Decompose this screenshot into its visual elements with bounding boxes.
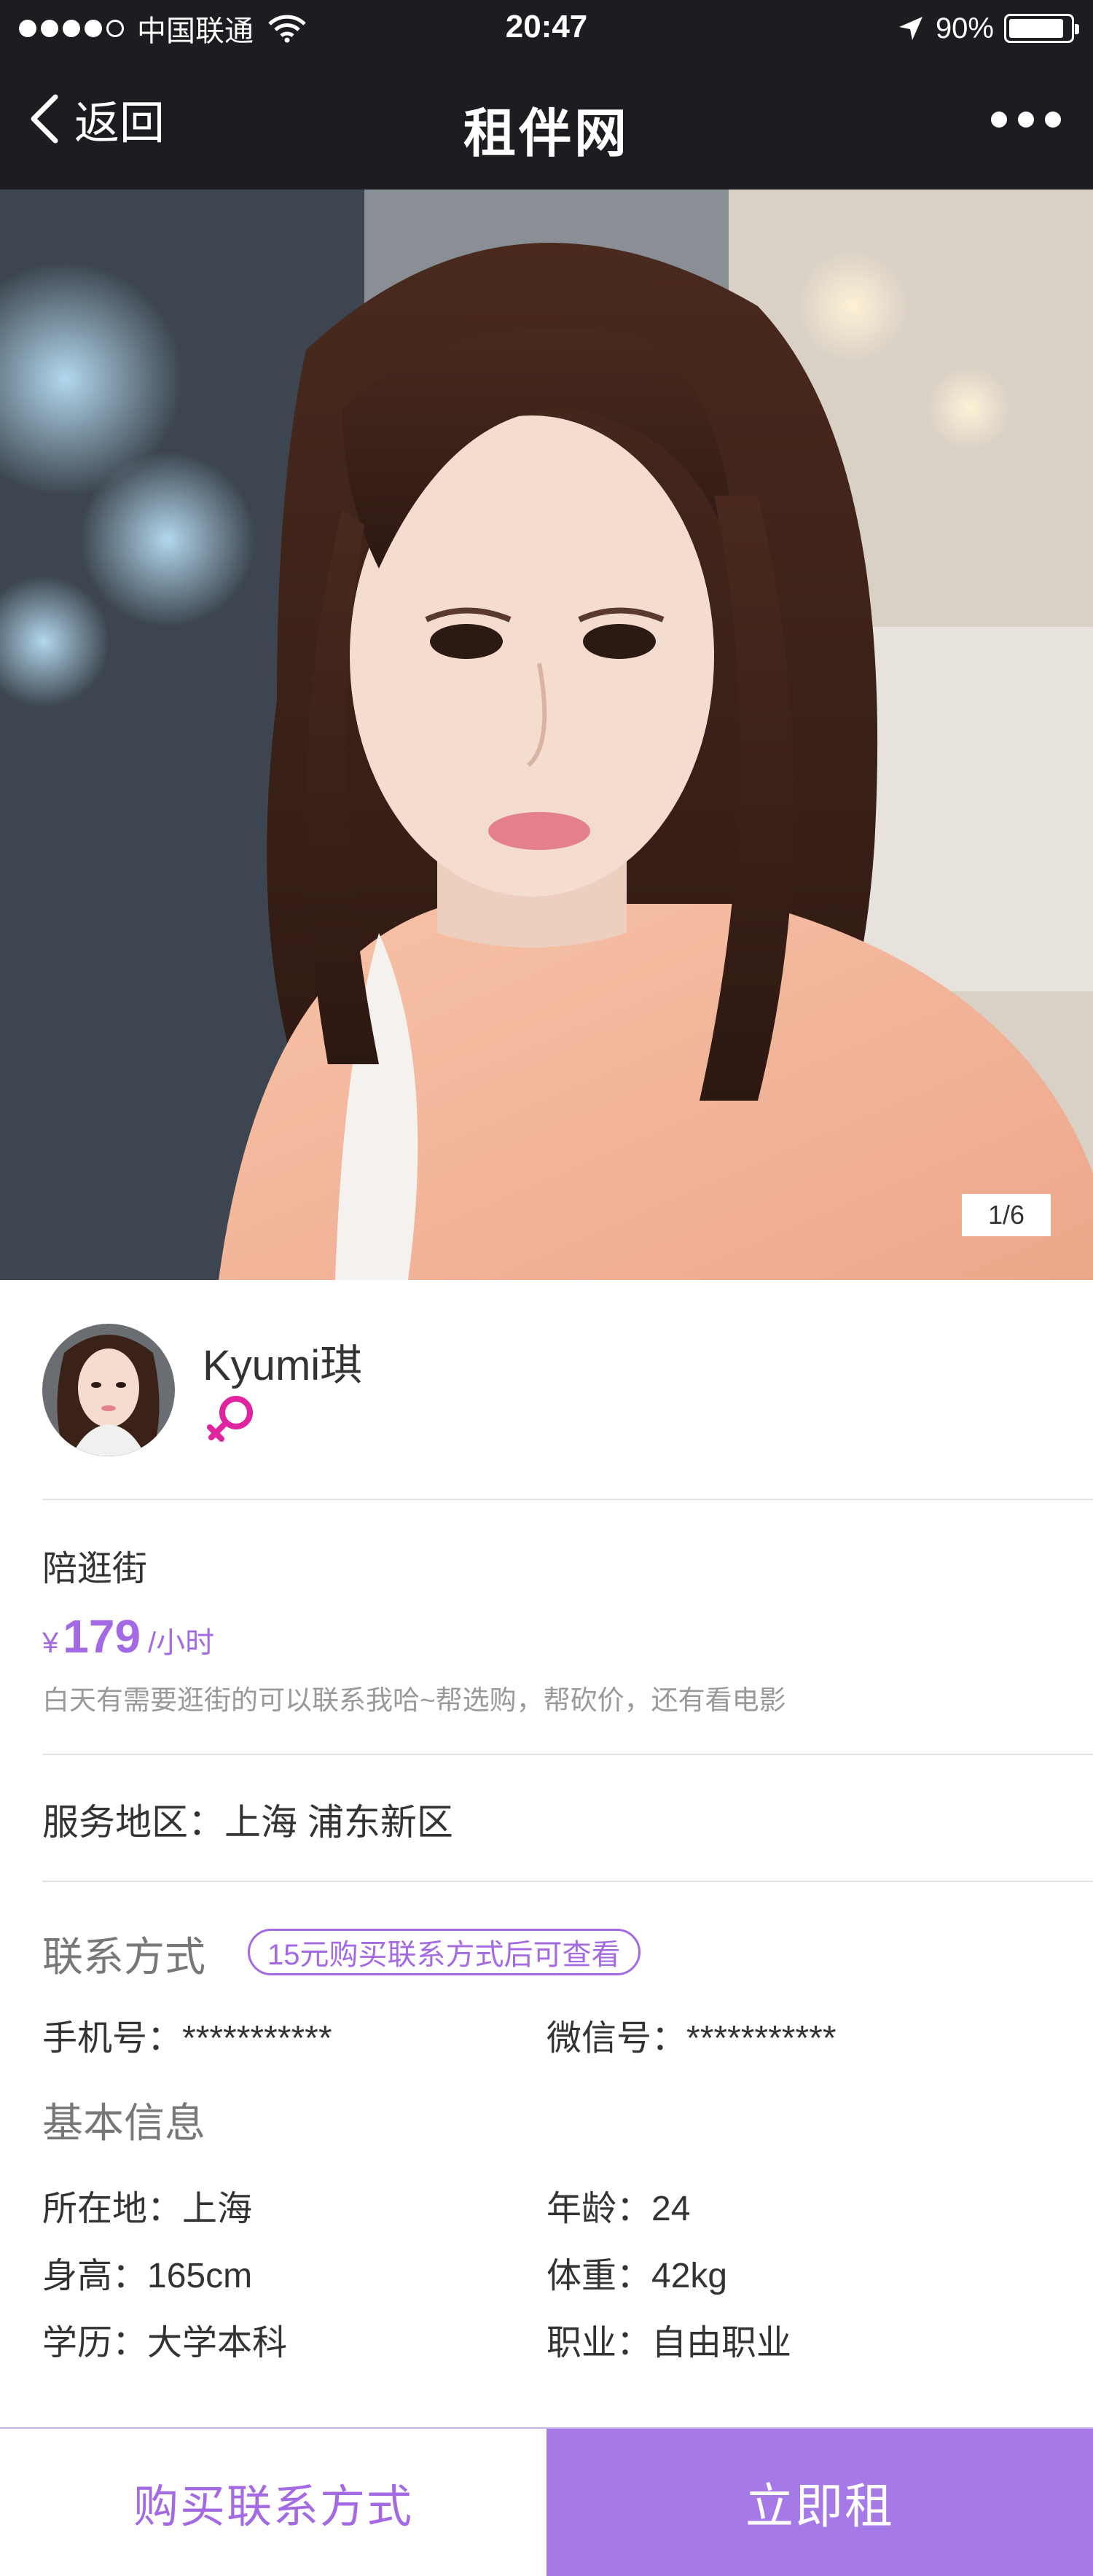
education-value: 大学本科 <box>147 2324 288 2362</box>
username: Kyumi琪 <box>203 1342 363 1389</box>
battery-percent: 90% <box>935 12 994 44</box>
back-label: 返回 <box>74 98 165 149</box>
location-label: 所在地： <box>42 2190 183 2228</box>
service-description: 白天有需要逛街的可以联系我哈~帮选购，帮砍价，还有看电影 <box>42 1685 786 1715</box>
divider <box>42 1881 1093 1882</box>
wechat-id: 微信号：*********** <box>546 2009 837 2060</box>
age-label: 年龄： <box>546 2190 652 2228</box>
height-row: 身高：165cm <box>42 2247 252 2298</box>
service-area: 服务地区：上海 浦东新区 <box>42 1793 453 1846</box>
status-bar: 中国联通 20:47 90% <box>0 0 1093 57</box>
status-right: 90% <box>896 10 1079 47</box>
profile-photo-carousel[interactable]: 1/6 <box>0 190 1093 1280</box>
buy-contact-button[interactable]: 购买联系方式 <box>0 2429 546 2576</box>
weight-value: 42kg <box>651 2257 728 2295</box>
service-area-value: 上海 浦东新区 <box>224 1802 453 1843</box>
photo-counter: 1/6 <box>962 1194 1051 1236</box>
occupation-row: 职业：自由职业 <box>546 2314 791 2365</box>
location-value: 上海 <box>182 2190 253 2228</box>
location-arrow-icon <box>898 17 922 40</box>
weight-label: 体重： <box>546 2257 652 2295</box>
contact-section-title: 联系方式 <box>42 1934 205 1980</box>
price-value: 179 <box>63 1610 141 1663</box>
height-label: 身高： <box>42 2257 148 2295</box>
battery-icon <box>1004 14 1079 43</box>
bottom-action-bar: 购买联系方式 立即租 <box>0 2427 1093 2576</box>
female-icon <box>207 1396 253 1442</box>
more-dot-icon <box>991 112 1007 128</box>
phone-value: *********** <box>182 2019 332 2058</box>
education-row: 学历：大学本科 <box>42 2314 287 2365</box>
occupation-label: 职业： <box>546 2324 652 2362</box>
more-dot-icon <box>1018 112 1034 128</box>
education-label: 学历： <box>42 2324 148 2362</box>
basic-info-title: 基本信息 <box>42 2100 205 2146</box>
more-menu-button[interactable] <box>991 105 1061 134</box>
service-area-label: 服务地区： <box>42 1802 224 1843</box>
avatar[interactable] <box>42 1324 175 1456</box>
occupation-value: 自由职业 <box>651 2324 792 2362</box>
battery-fill <box>1009 19 1063 38</box>
phone-label: 手机号： <box>42 2019 183 2058</box>
location-row: 所在地：上海 <box>42 2179 252 2230</box>
profile-header: Kyumi琪 <box>0 1280 1093 1502</box>
wechat-label: 微信号： <box>546 2019 687 2058</box>
phone-number: 手机号：*********** <box>42 2009 332 2060</box>
weight-row: 体重：42kg <box>546 2247 727 2298</box>
chevron-left-icon <box>31 94 58 144</box>
rent-now-button[interactable]: 立即租 <box>546 2429 1093 2576</box>
divider <box>42 1754 1093 1755</box>
service-name: 陪逛街 <box>42 1550 148 1588</box>
more-dot-icon <box>1045 112 1061 128</box>
divider <box>42 1499 1093 1500</box>
price-unit: /小时 <box>148 1627 215 1659</box>
age-row: 年龄：24 <box>546 2179 690 2230</box>
profile-photo <box>0 190 1093 1280</box>
nav-bar: 返回 租伴网 <box>0 57 1093 190</box>
service-price: ¥ 179 /小时 <box>42 1609 214 1663</box>
age-value: 24 <box>651 2190 691 2228</box>
price-currency: ¥ <box>42 1627 59 1659</box>
back-button[interactable]: 返回 <box>26 86 165 152</box>
height-value: 165cm <box>147 2257 253 2295</box>
avatar-image <box>42 1324 175 1456</box>
wechat-value: *********** <box>686 2019 837 2058</box>
contact-purchase-badge[interactable]: 15元购买联系方式后可查看 <box>248 1929 640 1975</box>
